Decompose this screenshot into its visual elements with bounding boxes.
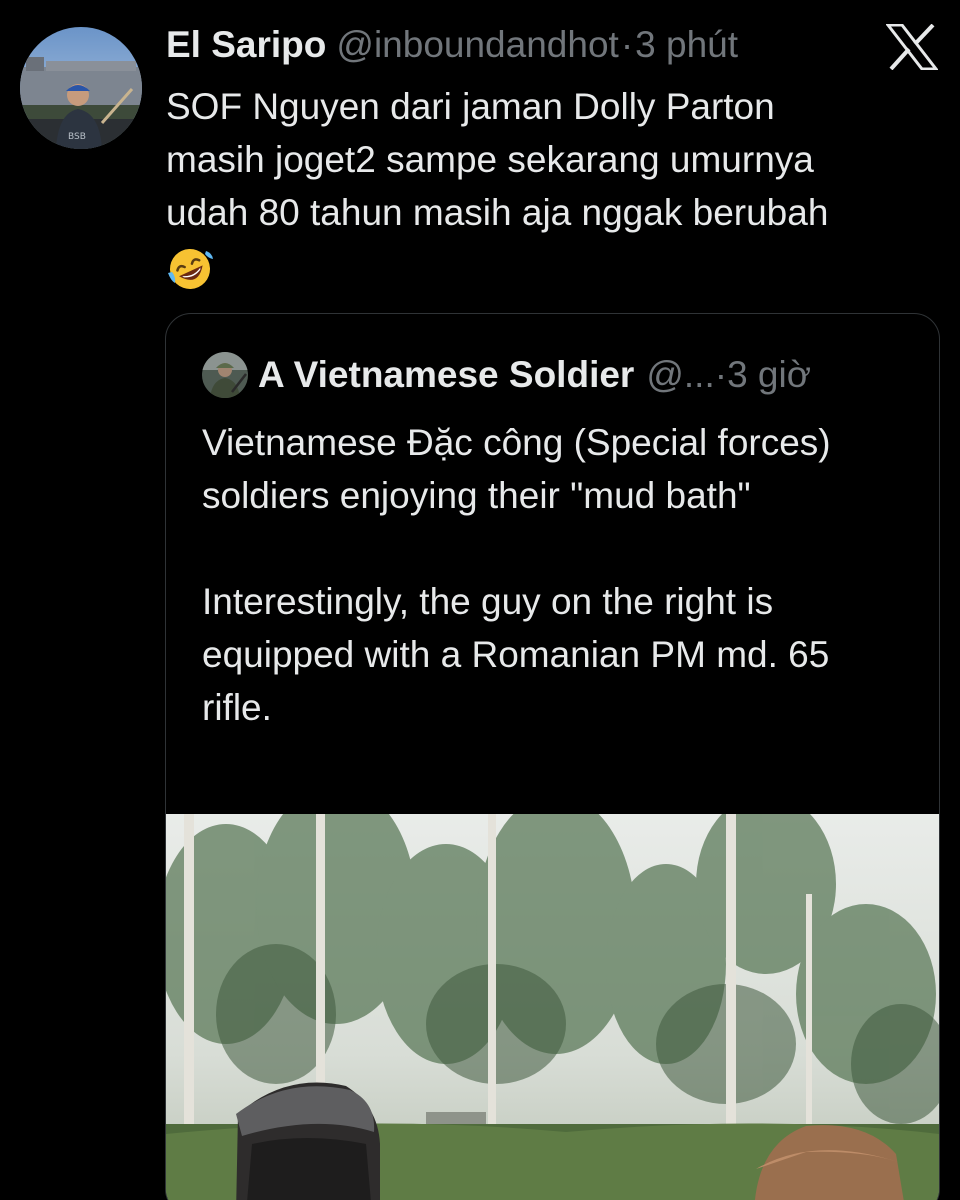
quoted-tweet-header: A Vietnamese Soldier @... · 3 giờ — [202, 350, 811, 400]
x-logo-icon[interactable] — [884, 23, 940, 71]
display-name[interactable]: El Saripo — [166, 24, 326, 66]
tweet-text: SOF Nguyen dari jaman Dolly Parton masih… — [166, 80, 946, 293]
rolling-on-floor-laughing-emoji-icon — [166, 245, 214, 293]
quoted-tweet-text: Vietnamese Đặc công (Special forces) sol… — [202, 416, 902, 734]
quoted-handle[interactable]: @... — [646, 354, 714, 396]
separator-dot: · — [620, 24, 634, 65]
quoted-tweet-card[interactable]: A Vietnamese Soldier @... · 3 giờ Vietna… — [165, 313, 940, 1200]
timestamp[interactable]: 3 phút — [635, 24, 738, 66]
tweet-text-line: SOF Nguyen dari jaman Dolly Parton — [166, 86, 775, 127]
quoted-timestamp[interactable]: 3 giờ — [727, 354, 811, 396]
tweet-text-line: masih joget2 sampe sekarang umurnya — [166, 139, 814, 180]
tweet-card: BSB El Saripo @inboundandhot · 3 phút SO… — [0, 0, 960, 1200]
quoted-paragraph: Interestingly, the guy on the right is e… — [202, 581, 830, 728]
quoted-separator-dot: · — [714, 354, 728, 395]
handle[interactable]: @inboundandhot — [336, 24, 618, 66]
quoted-paragraph: Vietnamese Đặc công (Special forces) sol… — [202, 422, 831, 516]
tweet-text-line: udah 80 tahun masih aja nggak berubah — [166, 192, 829, 233]
profile-avatar[interactable]: BSB — [20, 27, 142, 149]
quoted-avatar[interactable] — [202, 352, 248, 398]
quoted-display-name[interactable]: A Vietnamese Soldier — [258, 354, 634, 396]
svg-text:BSB: BSB — [68, 132, 86, 142]
tweet-header: El Saripo @inboundandhot · 3 phút — [166, 20, 738, 70]
quoted-media-photo[interactable] — [166, 784, 939, 1200]
